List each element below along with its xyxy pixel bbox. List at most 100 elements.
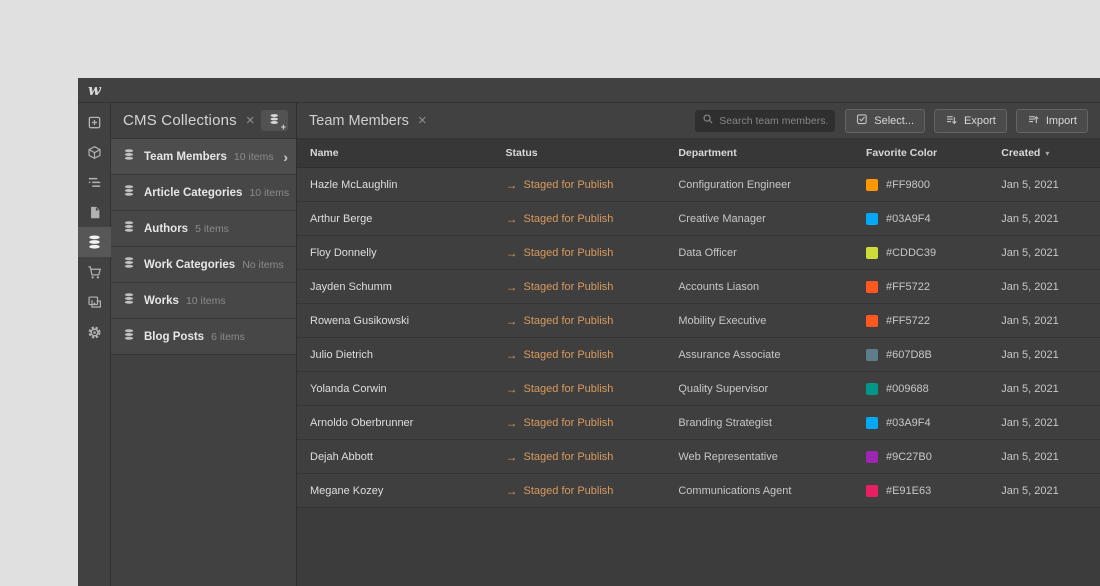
pages-button[interactable]	[78, 197, 111, 227]
left-toolbar	[78, 103, 111, 586]
import-icon	[1027, 113, 1046, 129]
search-icon	[702, 112, 714, 130]
gear-icon	[87, 325, 102, 340]
database-icon	[123, 220, 135, 238]
database-icon	[123, 328, 135, 346]
column-header-name[interactable]: Name	[310, 147, 506, 159]
database-icon	[123, 256, 135, 274]
panel-close-icon[interactable]: ×	[246, 113, 255, 128]
chevron-right-icon: ›	[283, 148, 288, 165]
symbols-button[interactable]	[78, 137, 111, 167]
cms-collections-panel: CMS Collections × + Team Members 10 item…	[111, 103, 297, 586]
status-arrow-icon: →	[505, 483, 518, 498]
column-header-favorite-color[interactable]: Favorite Color	[866, 147, 1001, 159]
collection-item-team-members[interactable]: Team Members 10 items ›	[111, 139, 296, 175]
table-row[interactable]: Yolanda Corwin → Staged for Publish Quali…	[297, 372, 1100, 406]
status-arrow-icon: →	[505, 449, 518, 464]
cube-icon	[87, 145, 102, 160]
database-icon	[87, 234, 102, 250]
color-swatch	[865, 382, 878, 395]
column-header-status[interactable]: Status	[506, 147, 679, 159]
export-button[interactable]: Export	[934, 108, 1007, 133]
status-badge: Staged for Publish	[523, 280, 614, 293]
color-swatch	[865, 246, 878, 259]
column-header-department[interactable]: Department	[678, 147, 866, 159]
status-arrow-icon: →	[505, 245, 518, 260]
status-badge: Staged for Publish	[523, 382, 614, 395]
search-input[interactable]	[719, 114, 829, 127]
page-icon	[88, 205, 102, 220]
cms-panel-header: CMS Collections × +	[111, 103, 296, 139]
status-badge: Staged for Publish	[523, 314, 614, 327]
color-swatch	[865, 416, 878, 429]
table-row[interactable]: Floy Donnelly → Staged for Publish Data O…	[297, 236, 1100, 270]
collection-item-works[interactable]: Works 10 items	[111, 283, 296, 319]
color-swatch	[865, 178, 878, 191]
panel-empty-area	[111, 355, 296, 586]
checkbox-check-icon	[856, 113, 874, 128]
status-badge: Staged for Publish	[523, 450, 614, 463]
database-plus-icon	[269, 112, 281, 130]
database-icon	[123, 292, 135, 310]
page-title: Team Members	[309, 112, 409, 129]
table-row[interactable]: Hazle McLaughlin → Staged for Publish Con…	[297, 168, 1100, 202]
cart-icon	[87, 265, 102, 280]
navigator-button[interactable]	[78, 167, 111, 197]
table-empty-area	[297, 508, 1100, 586]
table-row[interactable]: Julio Dietrich → Staged for Publish Assur…	[297, 338, 1100, 372]
color-swatch	[865, 348, 878, 361]
color-swatch	[865, 212, 878, 225]
navigator-icon	[87, 175, 102, 190]
table-row[interactable]: Megane Kozey → Staged for Publish Communi…	[297, 474, 1100, 508]
color-swatch	[865, 280, 878, 293]
table-row[interactable]: Dejah Abbott → Staged for Publish Web Rep…	[297, 440, 1100, 474]
status-arrow-icon: →	[505, 177, 518, 192]
table-row[interactable]: Rowena Gusikowski → Staged for Publish Mo…	[297, 304, 1100, 338]
top-bar: w	[78, 78, 1100, 103]
table-row[interactable]: Arnoldo Oberbrunner → Staged for Publish …	[297, 406, 1100, 440]
table-row[interactable]: Jayden Schumm → Staged for Publish Accoun…	[297, 270, 1100, 304]
status-badge: Staged for Publish	[523, 348, 614, 361]
plus-square-icon	[87, 115, 102, 130]
status-badge: Staged for Publish	[523, 484, 614, 497]
table-header-row: Name Status Department Favorite Color Cr…	[297, 139, 1100, 168]
collection-items-pane: Team Members × Select... Export Imp	[297, 103, 1100, 586]
color-swatch	[865, 450, 878, 463]
ecommerce-button[interactable]	[78, 257, 111, 287]
status-badge: Staged for Publish	[523, 212, 614, 225]
cms-collections-button[interactable]	[78, 227, 111, 257]
collection-item-article-categories[interactable]: Article Categories 10 items	[111, 175, 296, 211]
status-arrow-icon: →	[505, 279, 518, 294]
status-arrow-icon: →	[505, 313, 518, 328]
import-button[interactable]: Import	[1015, 108, 1088, 133]
export-icon	[945, 113, 964, 129]
collection-item-work-categories[interactable]: Work Categories No items	[111, 247, 296, 283]
settings-button[interactable]	[78, 317, 111, 347]
designer-window: w CMS Collections × + Team Members 10 it…	[78, 78, 1100, 586]
status-arrow-icon: →	[505, 415, 518, 430]
status-badge: Staged for Publish	[523, 246, 614, 259]
color-swatch	[865, 484, 878, 497]
color-swatch	[865, 314, 878, 327]
status-badge: Staged for Publish	[523, 416, 614, 429]
pane-close-icon[interactable]: ×	[418, 113, 427, 128]
main-header: Team Members × Select... Export Imp	[297, 103, 1100, 139]
search-input-wrap	[695, 109, 836, 132]
sort-desc-icon: ▾	[1045, 149, 1050, 158]
add-elements-button[interactable]	[78, 107, 111, 137]
webflow-logo[interactable]: w	[78, 81, 111, 99]
column-header-created[interactable]: Created ▾	[1001, 147, 1100, 159]
table-row[interactable]: Arthur Berge → Staged for Publish Creativ…	[297, 202, 1100, 236]
status-badge: Staged for Publish	[523, 178, 614, 191]
collection-item-blog-posts[interactable]: Blog Posts 6 items	[111, 319, 296, 355]
images-icon	[87, 295, 102, 310]
collection-item-authors[interactable]: Authors 5 items	[111, 211, 296, 247]
database-icon	[123, 184, 135, 202]
assets-button[interactable]	[78, 287, 111, 317]
status-arrow-icon: →	[505, 381, 518, 396]
select-button[interactable]: Select...	[845, 108, 926, 133]
status-arrow-icon: →	[505, 211, 518, 226]
add-collection-button[interactable]: +	[261, 110, 288, 132]
panel-title: CMS Collections	[123, 112, 237, 129]
database-icon	[123, 148, 135, 166]
